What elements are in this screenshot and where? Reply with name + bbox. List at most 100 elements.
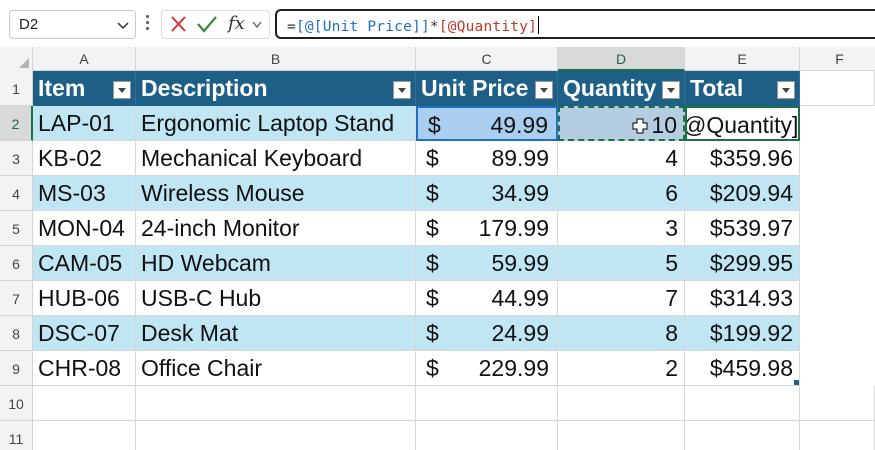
select-all-button[interactable] xyxy=(0,47,33,71)
table-cell-item[interactable]: MS-03 xyxy=(33,176,136,211)
row-header-7[interactable]: 7 xyxy=(0,281,33,316)
filter-dropdown-icon[interactable] xyxy=(535,81,553,99)
table-cell-price[interactable]: $179.99 xyxy=(416,211,558,246)
table-cell-item[interactable]: KB-02 xyxy=(33,141,136,176)
table-cell-total[interactable]: $299.95 xyxy=(685,246,800,281)
insert-function-button[interactable]: fx xyxy=(223,11,263,38)
table-cell-item[interactable]: LAP-01 xyxy=(33,106,136,141)
cell-a11[interactable] xyxy=(33,421,136,450)
table-cell-qty[interactable]: 8 xyxy=(558,316,685,351)
filter-dropdown-icon[interactable] xyxy=(393,81,411,99)
cell-value: HUB-06 xyxy=(38,285,120,311)
table-header-item[interactable]: Item xyxy=(33,71,136,106)
cell-b10[interactable] xyxy=(136,386,416,421)
column-header-b[interactable]: B xyxy=(136,47,416,71)
table-cell-desc[interactable]: Wireless Mouse xyxy=(136,176,416,211)
cell-value: Mechanical Keyboard xyxy=(141,145,363,171)
table-cell-item[interactable]: MON-04 xyxy=(33,211,136,246)
cell-e10[interactable] xyxy=(685,386,800,421)
row-header-9[interactable]: 9 xyxy=(0,351,33,386)
currency-symbol: $ xyxy=(426,180,439,206)
chevron-down-icon[interactable] xyxy=(116,18,130,32)
table-cell-price[interactable]: $229.99 xyxy=(416,351,558,386)
table-cell-item[interactable]: CHR-08 xyxy=(33,351,136,386)
filter-dropdown-icon[interactable] xyxy=(662,81,680,99)
table-cell-item[interactable]: CAM-05 xyxy=(33,246,136,281)
cell-e11[interactable] xyxy=(685,421,800,450)
table-header-description[interactable]: Description xyxy=(136,71,416,106)
table-cell-price[interactable]: $89.99 xyxy=(416,141,558,176)
table-cell-desc[interactable]: Desk Mat xyxy=(136,316,416,351)
table-cell-price[interactable]: $59.99 xyxy=(416,246,558,281)
table-cell-item[interactable]: DSC-07 xyxy=(33,316,136,351)
table-header-unit-price[interactable]: Unit Price xyxy=(416,71,558,106)
row-header-6[interactable]: 6 xyxy=(0,246,33,281)
cell-a10[interactable] xyxy=(33,386,136,421)
filter-dropdown-icon[interactable] xyxy=(113,81,131,99)
table-cell-item[interactable]: HUB-06 xyxy=(33,281,136,316)
cell-value: 7 xyxy=(665,285,678,311)
row-header-11[interactable]: 11 xyxy=(0,421,33,450)
table-cell-qty[interactable]: 3 xyxy=(558,211,685,246)
formula-bar-area: D2 fx =[@[Unit Price]]*[@Quantity] xyxy=(0,0,875,47)
row-header-5[interactable]: 5 xyxy=(0,211,33,246)
column-header-a[interactable]: A xyxy=(33,47,136,71)
table-cell-desc[interactable]: Mechanical Keyboard xyxy=(136,141,416,176)
filter-dropdown-icon[interactable] xyxy=(777,81,795,99)
row-header-2[interactable]: 2 xyxy=(0,106,33,141)
table-resize-handle[interactable] xyxy=(794,380,799,385)
table-cell-desc[interactable]: Ergonomic Laptop Stand xyxy=(136,106,416,141)
column-header-c[interactable]: C xyxy=(416,47,558,71)
table-cell-qty[interactable]: 10 xyxy=(558,106,685,141)
table-header-total[interactable]: Total xyxy=(685,71,800,106)
price-amount: 24.99 xyxy=(491,320,549,346)
column-header-d[interactable]: D xyxy=(558,47,685,71)
table-cell-desc[interactable]: Office Chair xyxy=(136,351,416,386)
table-cell-total[interactable]: $459.98 xyxy=(685,351,800,386)
table-cell-total[interactable]: $314.93 xyxy=(685,281,800,316)
cell-value: 10 xyxy=(651,112,677,138)
table-header-quantity[interactable]: Quantity xyxy=(558,71,685,106)
table-cell-total[interactable]: $539.97 xyxy=(685,211,800,246)
row-header-10[interactable]: 10 xyxy=(0,386,33,421)
table-cell-qty[interactable]: 6 xyxy=(558,176,685,211)
cell-c10[interactable] xyxy=(416,386,558,421)
table-cell-qty[interactable]: 4 xyxy=(558,141,685,176)
column-header-f[interactable]: F xyxy=(800,47,875,71)
name-box[interactable]: D2 xyxy=(9,10,136,39)
cell-value: CAM-05 xyxy=(38,250,123,276)
row-header-1[interactable]: 1 xyxy=(0,71,33,106)
table-cell-qty[interactable]: 2 xyxy=(558,351,685,386)
table-cell-desc[interactable]: USB-C Hub xyxy=(136,281,416,316)
cell-value: @Quantity] xyxy=(685,112,799,138)
table-cell-qty[interactable]: 7 xyxy=(558,281,685,316)
table-cell-price[interactable]: $44.99 xyxy=(416,281,558,316)
table-cell-total[interactable]: @Quantity] xyxy=(685,106,800,141)
column-header-e[interactable]: E xyxy=(685,47,800,71)
cell-f11[interactable] xyxy=(800,421,875,450)
table-cell-price[interactable]: $24.99 xyxy=(416,316,558,351)
row-header-4[interactable]: 4 xyxy=(0,176,33,211)
table-cell-price[interactable]: $49.99 xyxy=(416,106,558,141)
table-cell-desc[interactable]: 24-inch Monitor xyxy=(136,211,416,246)
more-options-icon[interactable] xyxy=(144,13,150,35)
formula-input[interactable]: =[@[Unit Price]]*[@Quantity] xyxy=(275,9,875,39)
table-cell-total[interactable]: $209.94 xyxy=(685,176,800,211)
cell-c11[interactable] xyxy=(416,421,558,450)
row-header-3[interactable]: 3 xyxy=(0,141,33,176)
cell-b11[interactable] xyxy=(136,421,416,450)
cell-d11[interactable] xyxy=(558,421,685,450)
cell-value: 6 xyxy=(665,180,678,206)
cell-f1[interactable] xyxy=(800,71,875,106)
table-cell-price[interactable]: $34.99 xyxy=(416,176,558,211)
cell-d10[interactable] xyxy=(558,386,685,421)
table-cell-total[interactable]: $199.92 xyxy=(685,316,800,351)
enter-button[interactable] xyxy=(194,11,220,38)
table-cell-total[interactable]: $359.96 xyxy=(685,141,800,176)
table-cell-qty[interactable]: 5 xyxy=(558,246,685,281)
currency-symbol: $ xyxy=(426,250,439,276)
cell-f10[interactable] xyxy=(800,386,875,421)
table-cell-desc[interactable]: HD Webcam xyxy=(136,246,416,281)
cancel-button[interactable] xyxy=(166,11,192,38)
row-header-8[interactable]: 8 xyxy=(0,316,33,351)
